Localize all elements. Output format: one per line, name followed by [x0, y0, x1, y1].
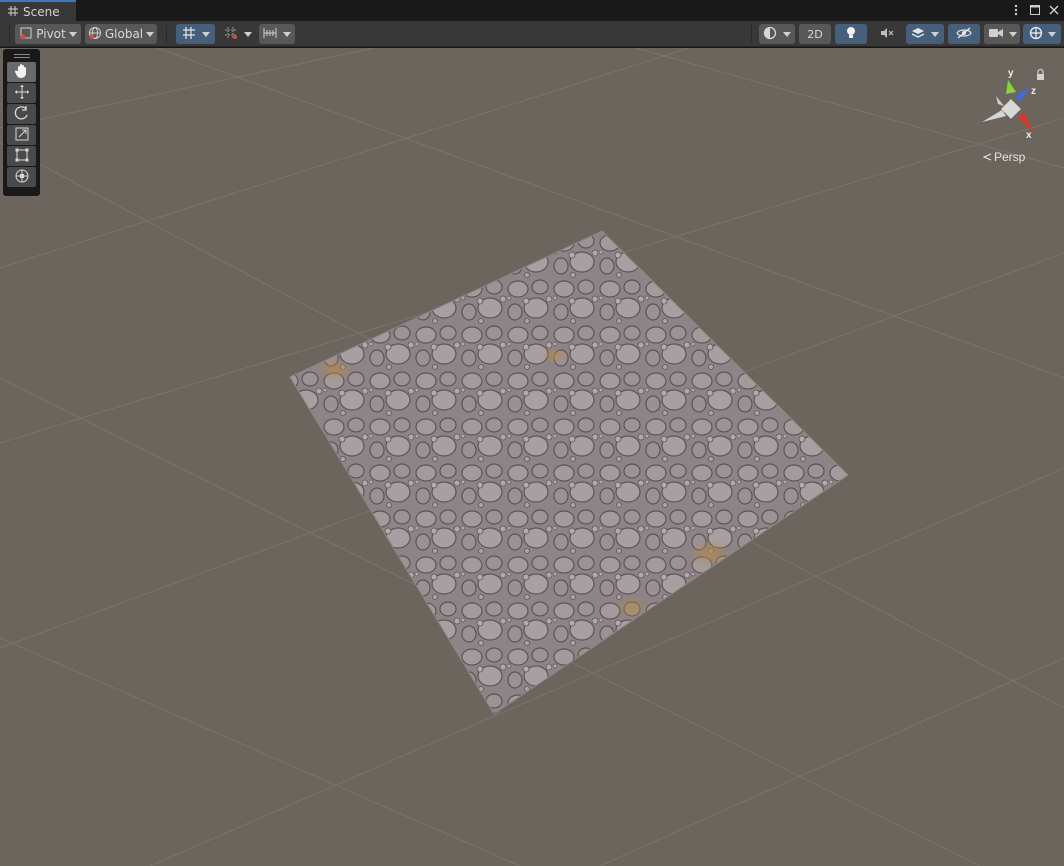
chevron-down-icon: [931, 31, 939, 37]
scene-canvas[interactable]: [0, 48, 1064, 866]
lighting-toggle[interactable]: [835, 24, 867, 44]
close-icon[interactable]: [1048, 2, 1060, 18]
grid-snap-icon: [182, 26, 196, 43]
orientation-gizmo[interactable]: y z x: [976, 66, 1048, 142]
gizmo-cone-z[interactable]: [1016, 88, 1030, 102]
mode-2d-label: 2D: [807, 27, 823, 41]
global-label: Global: [104, 27, 144, 41]
rotate-icon: [14, 105, 30, 124]
chevron-down-icon: [244, 31, 252, 37]
move-tool-button[interactable]: [7, 83, 36, 103]
gizmo-axis-y-label: y: [1008, 68, 1014, 79]
toolbar-divider: [9, 25, 10, 43]
toolbar-divider: [166, 25, 167, 43]
rect-icon: [14, 147, 30, 166]
hand-tool-button[interactable]: [7, 62, 36, 82]
rect-tool-button[interactable]: [7, 146, 36, 166]
chevron-down-icon: [1008, 31, 1017, 37]
chevron-down-icon: [283, 31, 291, 37]
draw-mode-dropdown[interactable]: [759, 24, 795, 44]
tab-scene[interactable]: Scene: [0, 0, 76, 21]
tab-label: Scene: [23, 4, 60, 19]
increment-snap-toggle[interactable]: [259, 24, 295, 44]
mode-2d-toggle[interactable]: 2D: [799, 24, 831, 44]
camera-icon: [988, 27, 1004, 42]
gizmo-cone-y[interactable]: [1006, 80, 1016, 94]
globe-icon: [88, 26, 102, 43]
audio-toggle[interactable]: [871, 24, 903, 44]
chevron-down-icon: [201, 31, 210, 37]
layers-icon: [911, 26, 925, 43]
gizmo-cone-neg-z[interactable]: [996, 96, 1004, 106]
chevron-left-icon: [982, 150, 992, 164]
eye-off-icon: [956, 27, 972, 42]
scene-visibility-toggle[interactable]: [948, 24, 980, 44]
transform-icon: [14, 168, 30, 187]
rotate-tool-button[interactable]: [7, 104, 36, 124]
chevron-down-icon: [783, 31, 791, 37]
chevron-down-icon: [146, 31, 155, 37]
toolbar-divider: [751, 25, 752, 43]
chevron-down-icon: [68, 31, 77, 37]
transform-tool-button[interactable]: [7, 167, 36, 187]
hash-icon: [8, 5, 18, 19]
effects-dropdown[interactable]: [906, 24, 944, 44]
camera-dropdown[interactable]: [984, 24, 1020, 44]
scene-viewport[interactable]: [0, 48, 1064, 866]
pivot-dropdown[interactable]: Pivot: [15, 24, 81, 44]
pivot-label: Pivot: [36, 27, 66, 41]
tools-overlay: [3, 49, 40, 196]
scale-tool-button[interactable]: [7, 125, 36, 145]
gizmo-lock-icon[interactable]: [1037, 68, 1044, 81]
projection-label: Persp: [994, 150, 1026, 164]
hand-icon: [14, 63, 30, 82]
drag-handle[interactable]: [7, 51, 36, 61]
move-icon: [14, 84, 30, 103]
grid-snap-toggle[interactable]: [176, 24, 215, 44]
pivot-icon: [19, 26, 33, 43]
shading-icon: [763, 26, 777, 43]
tab-strip: Scene: [0, 0, 1064, 21]
gizmo-axis-z-label: z: [1031, 86, 1036, 97]
global-dropdown[interactable]: Global: [85, 24, 157, 44]
maximize-icon[interactable]: [1029, 2, 1041, 18]
lightbulb-icon: [845, 26, 857, 43]
ruler-icon: [263, 27, 277, 42]
scene-toolbar: Pivot Global 2D: [0, 21, 1064, 47]
grid-visibility-toggle[interactable]: [219, 24, 257, 44]
audio-mute-icon: [880, 27, 894, 42]
gizmo-cone-neg-x[interactable]: [982, 110, 1006, 122]
more-icon[interactable]: [1010, 2, 1022, 18]
gizmo-globe-icon: [1029, 26, 1043, 43]
gizmo-axis-x-label: x: [1026, 130, 1032, 141]
chevron-down-icon: [1047, 31, 1056, 37]
gizmos-dropdown[interactable]: [1023, 24, 1061, 44]
projection-toggle[interactable]: Persp: [982, 150, 1025, 164]
scale-icon: [14, 126, 30, 145]
grid-icon: [224, 26, 238, 43]
